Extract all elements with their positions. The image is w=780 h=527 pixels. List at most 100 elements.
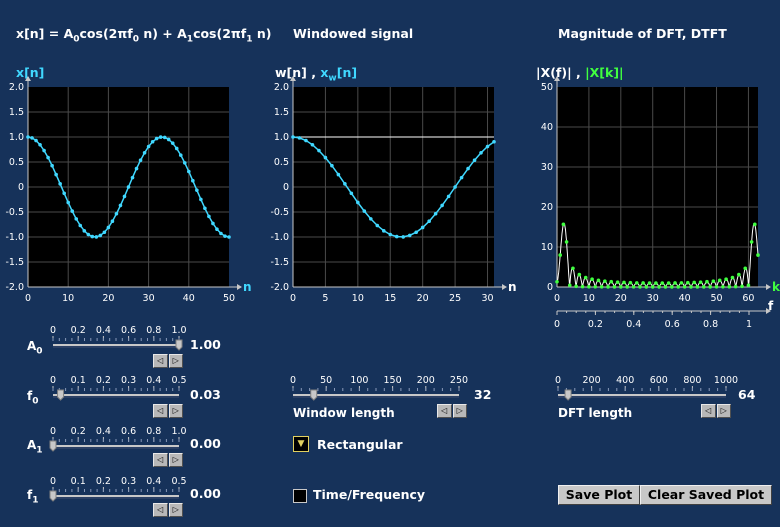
windowed-sample-point bbox=[304, 138, 308, 143]
dft-sample-point bbox=[567, 283, 572, 288]
windowed-sample-point bbox=[369, 217, 373, 221]
decrement-button[interactable]: ◁ bbox=[437, 404, 452, 418]
increment-button[interactable]: ▷ bbox=[168, 354, 183, 368]
plot1-ytick-label: -0.5 bbox=[5, 207, 24, 218]
dft-sample-point bbox=[686, 280, 690, 285]
A1-slider-handle[interactable] bbox=[49, 440, 57, 452]
windowed-sample-point bbox=[414, 230, 418, 235]
time-frequency-checkbox[interactable] bbox=[293, 489, 307, 503]
dft-sample-point bbox=[701, 285, 706, 289]
f1-value: 0.00 bbox=[190, 486, 221, 501]
A1-stepper[interactable]: ◁ ▷ bbox=[153, 453, 183, 467]
dft-sample-point bbox=[698, 280, 703, 284]
plot3-ytick-label: 20 bbox=[541, 202, 553, 213]
window-length-label: Window length bbox=[293, 406, 395, 420]
increment-button[interactable]: ▷ bbox=[168, 453, 183, 467]
plot3-xtick-label: 40 bbox=[679, 293, 691, 304]
f-tick-label: 0.2 bbox=[588, 319, 603, 330]
dft-sample-point bbox=[714, 285, 719, 289]
signal-sample-point bbox=[142, 150, 147, 155]
dft-length-slider-handle[interactable] bbox=[564, 389, 572, 401]
dft-sample-point bbox=[737, 272, 741, 277]
signal-sample-point bbox=[134, 166, 139, 171]
increment-button[interactable]: ▷ bbox=[168, 503, 183, 517]
plot3-xtick-label: 30 bbox=[647, 293, 659, 304]
signal-sample-point bbox=[126, 185, 131, 189]
windowed-sample-point bbox=[356, 200, 360, 205]
windowed-sample-point bbox=[330, 163, 334, 168]
A0-stepper[interactable]: ◁ ▷ bbox=[153, 354, 183, 368]
f-tick-label: 0.8 bbox=[703, 319, 718, 330]
signal-sample-point bbox=[30, 136, 34, 140]
signal-sample-point bbox=[191, 178, 195, 183]
window-type-dropdown-icon[interactable]: ▼ bbox=[293, 436, 309, 452]
signal-sample-point bbox=[162, 135, 167, 140]
dft-sample-point bbox=[606, 285, 610, 289]
signal-sample-point bbox=[102, 230, 107, 235]
dft-sample-point bbox=[641, 281, 645, 285]
dft-sample-point bbox=[682, 285, 687, 289]
clear-saved-plot-button[interactable]: Clear Saved Plot bbox=[640, 485, 772, 505]
increment-button[interactable]: ▷ bbox=[452, 404, 467, 418]
dft-sample-point bbox=[587, 284, 591, 289]
f0-slider-tick-label: 0.4 bbox=[146, 375, 161, 386]
f1-stepper[interactable]: ◁ ▷ bbox=[153, 503, 183, 517]
f1-slider-tick-label: 0.2 bbox=[96, 476, 111, 487]
dft-sample-point bbox=[615, 280, 620, 284]
dft-sample-point bbox=[619, 285, 623, 289]
signal-sample-point bbox=[54, 172, 58, 177]
dft-length-value: 64 bbox=[738, 387, 756, 402]
dft-sample-point bbox=[599, 285, 604, 289]
dft-length-stepper[interactable]: ◁ ▷ bbox=[701, 404, 731, 418]
plot2-y-arrow-icon bbox=[290, 76, 296, 81]
dft-sample-point bbox=[749, 240, 754, 244]
decrement-button[interactable]: ◁ bbox=[153, 503, 168, 517]
dft-length-slider-tick-label: 600 bbox=[650, 375, 668, 386]
decrement-button[interactable]: ◁ bbox=[153, 404, 168, 418]
windowed-sample-point bbox=[401, 235, 406, 239]
f-tick-label: 0 bbox=[554, 319, 560, 330]
f0-slider-handle[interactable] bbox=[57, 389, 65, 401]
A0-slider-handle[interactable] bbox=[175, 339, 183, 351]
window-length-stepper[interactable]: ◁ ▷ bbox=[437, 404, 467, 418]
signal-sample-point bbox=[130, 175, 135, 180]
plot2-ytick-label: -1.0 bbox=[270, 232, 289, 243]
increment-button[interactable]: ▷ bbox=[716, 404, 731, 418]
plot3-xtick-label: 60 bbox=[742, 293, 754, 304]
decrement-button[interactable]: ◁ bbox=[701, 404, 716, 418]
increment-button[interactable]: ▷ bbox=[168, 404, 183, 418]
decrement-button[interactable]: ◁ bbox=[153, 354, 168, 368]
decrement-button[interactable]: ◁ bbox=[153, 453, 168, 467]
plot1-ytick-label: -1.0 bbox=[5, 232, 24, 243]
f-tick-label: 1 bbox=[746, 319, 752, 330]
A1-value: 0.00 bbox=[190, 436, 221, 451]
plot3-xtick-label: 50 bbox=[710, 293, 722, 304]
f1-slider-handle[interactable] bbox=[49, 490, 57, 502]
dft-sample-point bbox=[692, 280, 696, 285]
signal-sample-point bbox=[86, 232, 91, 237]
save-plot-button[interactable]: Save Plot bbox=[558, 485, 640, 505]
window-type-value[interactable]: Rectangular bbox=[317, 437, 403, 452]
f1-slider-tick-label: 0 bbox=[50, 476, 56, 487]
signal-sample-point bbox=[195, 188, 199, 192]
dft-sample-point bbox=[689, 285, 693, 289]
dft-sample-point bbox=[647, 281, 652, 285]
signal-sample-point bbox=[199, 197, 203, 202]
plot3-x-arrow-icon bbox=[766, 284, 771, 290]
signal-sample-point bbox=[70, 209, 75, 213]
signal-sample-point bbox=[182, 161, 187, 165]
plot3-ytick-label: 30 bbox=[541, 162, 553, 173]
signal-sample-point bbox=[118, 203, 123, 208]
dft-sample-point bbox=[609, 279, 614, 284]
dft-sample-point bbox=[625, 285, 629, 289]
plot2-xlabel: n bbox=[508, 280, 517, 294]
f0-stepper[interactable]: ◁ ▷ bbox=[153, 404, 183, 418]
plot2-ytick-label: 1.0 bbox=[274, 132, 289, 143]
signal-sample-point bbox=[106, 225, 111, 230]
windowed-sample-point bbox=[375, 223, 380, 228]
dft-sample-point bbox=[740, 284, 744, 289]
dft-sample-point bbox=[733, 284, 738, 289]
window-length-slider-handle[interactable] bbox=[310, 389, 318, 401]
windowed-sample-point bbox=[297, 136, 302, 140]
f0-slider-tick-label: 0 bbox=[50, 375, 56, 386]
